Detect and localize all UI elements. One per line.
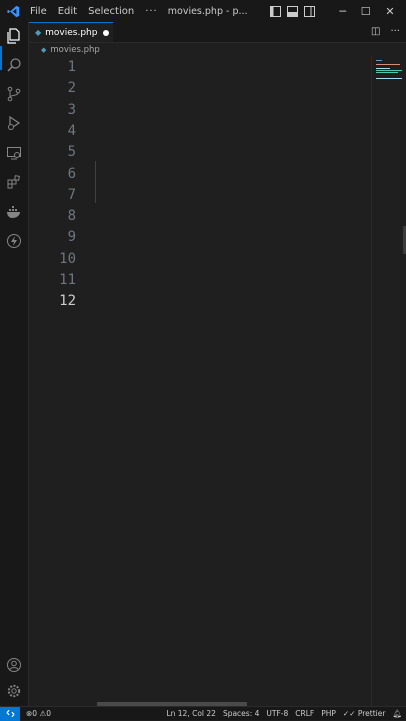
minimap-line bbox=[376, 68, 390, 69]
status-bar: ⊗0 ⚠0 Ln 12, Col 22 Spaces: 4 UTF-8 CRLF… bbox=[0, 706, 406, 721]
line-number: 6 bbox=[67, 165, 76, 182]
unsaved-dot-icon[interactable] bbox=[103, 29, 110, 36]
account-icon[interactable] bbox=[5, 656, 23, 674]
formatter-label: Prettier bbox=[357, 709, 386, 718]
line-number: 11 bbox=[59, 272, 76, 288]
minimap-line bbox=[376, 78, 402, 79]
lightning-icon[interactable] bbox=[5, 232, 23, 250]
notifications-bell-icon[interactable]: 🔔︎ bbox=[392, 709, 402, 718]
title-bar: File Edit Selection ··· movies.php - p..… bbox=[0, 0, 406, 22]
problems-indicator[interactable]: ⊗0 ⚠0 bbox=[26, 709, 51, 718]
php-file-icon: ◆ bbox=[41, 45, 47, 54]
status-right-group: Ln 12, Col 22 Spaces: 4 UTF-8 CRLF PHP ✓… bbox=[166, 709, 402, 718]
line-number: 4 bbox=[67, 122, 76, 139]
vscode-logo-icon bbox=[6, 4, 20, 18]
line-number: 5 bbox=[67, 144, 76, 161]
toggle-sidebar-icon[interactable] bbox=[269, 5, 281, 17]
settings-gear-icon[interactable] bbox=[5, 682, 23, 700]
activity-bar bbox=[0, 22, 29, 706]
toggle-panel-icon[interactable] bbox=[286, 5, 298, 17]
menu-edit[interactable]: Edit bbox=[58, 6, 77, 17]
explorer-icon[interactable] bbox=[5, 27, 23, 45]
toggle-secondary-sidebar-icon[interactable] bbox=[303, 5, 315, 17]
window-controls: ─ ☐ ✕ bbox=[332, 5, 402, 18]
double-check-icon: ✓✓ bbox=[342, 709, 356, 718]
encoding[interactable]: UTF-8 bbox=[266, 709, 288, 718]
run-debug-icon[interactable] bbox=[5, 114, 23, 132]
line-number: 7 bbox=[67, 186, 76, 203]
layout-controls bbox=[269, 5, 315, 17]
window-title: movies.php - p... bbox=[167, 5, 248, 17]
line-number: 8 bbox=[67, 208, 76, 225]
minimap[interactable] bbox=[371, 56, 406, 706]
active-indicator bbox=[0, 46, 2, 70]
menu-selection[interactable]: Selection bbox=[88, 6, 134, 17]
breadcrumb-file[interactable]: movies.php bbox=[50, 45, 99, 55]
close-icon[interactable]: ✕ bbox=[385, 5, 394, 18]
remote-indicator-icon[interactable] bbox=[0, 706, 20, 721]
breadcrumb: ◆ movies.php bbox=[29, 43, 406, 56]
docker-icon[interactable] bbox=[5, 203, 23, 221]
minimap-line bbox=[376, 72, 398, 73]
tab-label: movies.php bbox=[45, 27, 98, 38]
line-number: 3 bbox=[67, 101, 76, 118]
remote-explorer-icon[interactable] bbox=[5, 144, 23, 162]
source-control-icon[interactable] bbox=[5, 85, 23, 103]
tab-movies-php[interactable]: ◆ movies.php bbox=[29, 22, 113, 42]
line-number: 1 bbox=[67, 59, 76, 75]
error-count: 0 bbox=[32, 709, 38, 718]
line-number: 2 bbox=[67, 80, 76, 97]
minimize-icon[interactable]: ─ bbox=[339, 5, 346, 18]
minimap-line bbox=[376, 60, 382, 61]
indentation[interactable]: Spaces: 4 bbox=[223, 709, 259, 718]
editor-actions: ◫ ··· bbox=[371, 26, 400, 37]
cursor-position[interactable]: Ln 12, Col 22 bbox=[166, 709, 215, 718]
indent-guide bbox=[95, 161, 96, 203]
more-actions-icon[interactable]: ··· bbox=[390, 26, 400, 37]
end-of-line[interactable]: CRLF bbox=[295, 709, 314, 718]
menu-file[interactable]: File bbox=[30, 6, 47, 17]
search-icon[interactable] bbox=[5, 56, 23, 74]
line-number: 10 bbox=[59, 250, 76, 267]
minimap-line bbox=[376, 64, 400, 65]
minimap-line bbox=[376, 70, 402, 71]
split-editor-icon[interactable]: ◫ bbox=[371, 26, 380, 37]
language-mode[interactable]: PHP bbox=[321, 709, 336, 718]
warning-count: 0 bbox=[46, 709, 51, 718]
php-file-icon: ◆ bbox=[35, 28, 42, 37]
tab-bar: ◆ movies.php ◫ ··· bbox=[29, 22, 406, 43]
formatter-status[interactable]: ✓✓ Prettier bbox=[343, 709, 386, 718]
line-number: 12 bbox=[59, 293, 76, 310]
maximize-icon[interactable]: ☐ bbox=[361, 5, 371, 18]
code-editor[interactable]: 123456789101112 <?php$dsn = "mysql:local… bbox=[29, 56, 406, 706]
extensions-icon[interactable] bbox=[5, 173, 23, 191]
line-number: 9 bbox=[67, 229, 76, 246]
menu-more[interactable]: ··· bbox=[145, 6, 158, 17]
